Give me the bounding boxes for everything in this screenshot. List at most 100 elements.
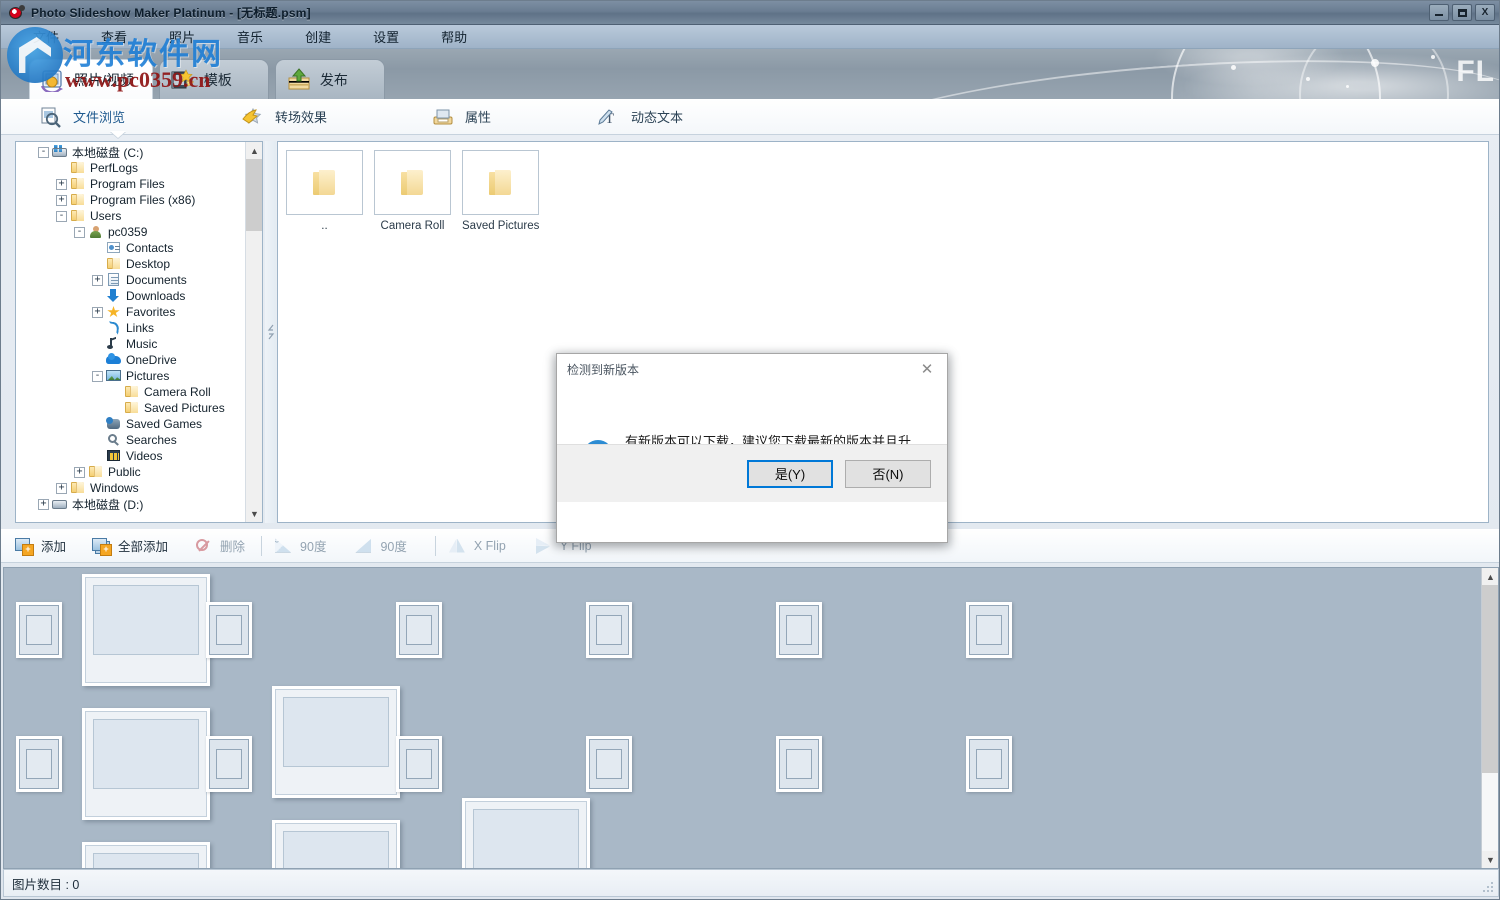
rotate-right-button[interactable]: 90度 [354,536,407,555]
tree-item[interactable]: + 本地磁盘 (D:) [16,496,245,512]
scrollbar-thumb[interactable] [1482,585,1498,773]
no-button[interactable]: 否(N) [845,459,931,488]
subtoolbar-transition[interactable]: 转场效果 [241,99,327,135]
file-thumbnail[interactable] [374,150,451,215]
tree-item[interactable]: - Users [16,208,245,224]
transition-slot[interactable] [776,602,822,658]
scroll-up-icon[interactable]: ▲ [1482,568,1498,585]
maximize-button[interactable] [1452,4,1472,21]
menu-item-photo[interactable]: 照片 [159,25,205,48]
subtoolbar-properties[interactable]: 属性 [431,99,491,135]
image-count-label: 图片数目 : 0 [12,877,80,892]
tree-item[interactable]: - pc0359 [16,224,245,240]
collapse-icon[interactable]: - [74,226,85,238]
tree-item[interactable]: PerfLogs [16,160,245,176]
transition-slot[interactable] [206,736,252,792]
drive-windows-icon [52,145,68,159]
tree-item[interactable]: Downloads [16,288,245,304]
scrollbar-thumb[interactable] [246,159,262,231]
folder-tree-panel[interactable]: - 本地磁盘 (C:) PerfLogs + Program Files + Program… [15,141,263,523]
menu-item-settings[interactable]: 设置 [363,25,409,48]
menu-item-view[interactable]: 查看 [91,25,137,48]
expand-icon[interactable]: + [56,482,67,494]
resize-grip[interactable] [1482,881,1494,893]
transition-slot[interactable] [396,602,442,658]
tree-item[interactable]: OneDrive [16,352,245,368]
flip-x-button[interactable]: X Flip [448,537,506,555]
tree-item[interactable]: + Favorites [16,304,245,320]
menu-item-music[interactable]: 音乐 [227,25,273,48]
tree-item[interactable]: Searches [16,432,245,448]
expand-icon[interactable]: + [92,274,103,286]
add-all-button[interactable]: 全部添加 [92,536,168,556]
file-item[interactable]: Saved Pictures [462,150,539,232]
yes-button[interactable]: 是(Y) [747,459,833,488]
file-thumbnail[interactable] [286,150,363,215]
dialog-title-bar: 检测到新版本 ✕ [557,354,947,384]
transition-slot[interactable] [586,736,632,792]
tree-item[interactable]: - 本地磁盘 (C:) [16,144,245,160]
template-icon [170,68,196,92]
collapse-icon[interactable]: - [38,146,49,158]
transition-slot[interactable] [966,736,1012,792]
expand-icon[interactable]: + [92,306,103,318]
photo-slot[interactable] [82,842,210,868]
tree-item[interactable]: Videos [16,448,245,464]
dialog-body: ? 有新版本可以下载，建议您下载最新的版本并且升级。 是否现在升级？ 是(Y) … [557,384,947,502]
menu-item-file[interactable]: 文件 [23,25,69,48]
transition-slot[interactable] [206,602,252,658]
tab-template[interactable]: 模板 [158,59,269,99]
tree-item[interactable]: Contacts [16,240,245,256]
tree-item[interactable]: Saved Games [16,416,245,432]
scroll-down-icon[interactable]: ▼ [1482,851,1498,868]
collapse-icon[interactable]: - [56,210,67,222]
transition-slot[interactable] [16,602,62,658]
subtoolbar-label: 动态文本 [631,110,684,125]
tree-item[interactable]: + Program Files [16,176,245,192]
tree-item[interactable]: Desktop [16,256,245,272]
menu-item-help[interactable]: 帮助 [431,25,477,48]
expand-icon[interactable]: + [74,466,85,478]
subtoolbar-dynamic-text[interactable]: T 动态文本 [597,99,683,135]
tab-photo-video[interactable]: 照片/视频 [29,59,153,99]
tree-item[interactable]: Links [16,320,245,336]
tab-publish[interactable]: 发布 [274,59,385,99]
add-button[interactable]: 添加 [15,536,66,556]
subtoolbar-file-browse[interactable]: 文件浏览 [39,99,125,135]
transition-slot[interactable] [396,736,442,792]
transition-slot[interactable] [776,736,822,792]
tree-item[interactable]: Camera Roll [16,384,245,400]
scroll-up-icon[interactable]: ▲ [246,142,262,159]
scroll-down-icon[interactable]: ▼ [246,505,262,522]
file-item[interactable]: .. [286,150,363,232]
tree-item[interactable]: + Program Files (x86) [16,192,245,208]
file-thumbnail[interactable] [462,150,539,215]
photo-slot[interactable] [82,708,210,820]
transition-slot[interactable] [966,602,1012,658]
folder-tree[interactable]: - 本地磁盘 (C:) PerfLogs + Program Files + Program… [16,144,245,512]
tree-item[interactable]: + Documents [16,272,245,288]
tree-item[interactable]: Music [16,336,245,352]
expand-icon[interactable]: + [56,178,67,190]
transition-slot[interactable] [16,736,62,792]
expand-icon[interactable]: + [38,498,49,510]
storyboard-panel[interactable]: ▲ ▼ [3,567,1499,869]
tree-item[interactable]: + Public [16,464,245,480]
rotate-left-button[interactable]: 90度 [274,536,326,555]
expand-icon[interactable]: + [56,194,67,206]
close-button[interactable]: X [1475,4,1495,21]
minimize-button[interactable] [1429,4,1449,21]
tree-item[interactable]: Saved Pictures [16,400,245,416]
tree-item[interactable]: - Pictures [16,368,245,384]
delete-button[interactable]: 删除 [194,536,245,555]
close-icon[interactable]: ✕ [907,355,947,383]
tree-vertical-scrollbar[interactable]: ▲ ▼ [245,142,262,522]
transition-slot[interactable] [586,602,632,658]
menu-item-create[interactable]: 创建 [295,25,341,48]
tree-item[interactable]: + Windows [16,480,245,496]
collapse-icon[interactable]: - [92,370,103,382]
panel-splitter[interactable] [265,141,276,523]
storyboard-vertical-scrollbar[interactable]: ▲ ▼ [1481,568,1498,868]
photo-slot[interactable] [82,574,210,686]
file-item[interactable]: Camera Roll [374,150,451,232]
